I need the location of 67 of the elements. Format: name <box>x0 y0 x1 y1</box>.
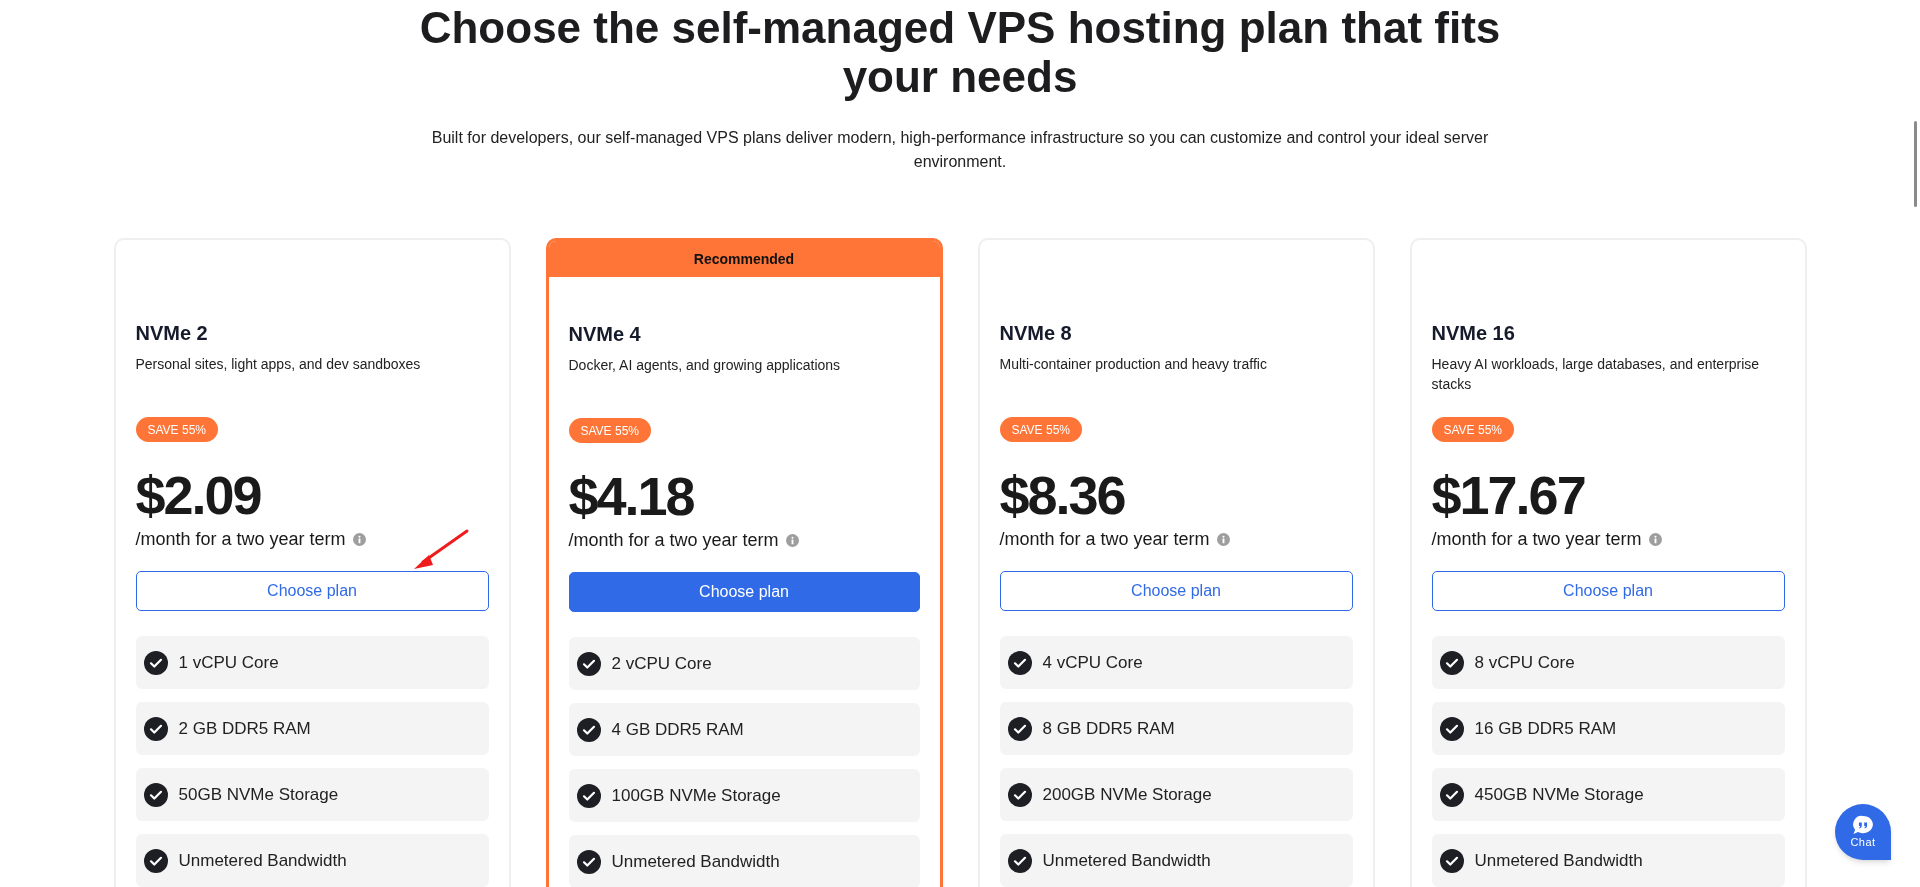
price-term: /month for a two year term <box>135 528 346 551</box>
scrollbar-thumb[interactable] <box>1914 121 1917 207</box>
plan-name: NVMe 4 <box>568 322 642 347</box>
check-icon <box>1439 716 1464 741</box>
info-icon[interactable] <box>1216 532 1230 546</box>
chat-button[interactable]: Chat <box>1835 804 1891 860</box>
feature-label: Unmetered Bandwidth <box>611 850 780 873</box>
feature-label: Unmetered Bandwidth <box>1042 849 1211 872</box>
discount-badge: SAVE 55% <box>999 417 1082 442</box>
feature-label: Unmetered Bandwidth <box>178 849 347 872</box>
choose-plan-button[interactable]: Choose plan <box>135 571 489 611</box>
annotation-arrow <box>413 529 469 571</box>
check-icon <box>576 783 601 808</box>
choose-plan-button[interactable]: Choose plan <box>1431 571 1785 611</box>
check-icon <box>143 848 168 873</box>
recommended-ribbon: Recommended <box>548 241 940 277</box>
discount-badge: SAVE 55% <box>135 417 218 442</box>
page-heading: Choose the self-managed VPS hosting plan that fits your needs <box>418 3 1502 101</box>
feature-label: 8 vCPU Core <box>1474 651 1575 674</box>
info-icon[interactable] <box>352 532 366 546</box>
plan-description: Docker, AI agents, and growing applications <box>568 356 842 375</box>
feature-label: 2 GB DDR5 RAM <box>178 717 311 740</box>
plan-price: $17.67 <box>1431 468 1585 522</box>
check-icon <box>1439 650 1464 675</box>
feature-label: Unmetered Bandwidth <box>1474 849 1643 872</box>
plan-description: Heavy AI workloads, large databases, and enterprise stacks <box>1431 355 1761 394</box>
check-icon <box>1007 716 1032 741</box>
feature-label: 450GB NVMe Storage <box>1474 783 1644 806</box>
choose-plan-button[interactable]: Choose plan <box>568 572 920 612</box>
price-term: /month for a two year term <box>999 528 1210 551</box>
plan-name: NVMe 2 <box>135 321 209 346</box>
discount-badge: SAVE 55% <box>1431 417 1514 442</box>
check-icon <box>1439 848 1464 873</box>
feature-label: 50GB NVMe Storage <box>178 783 339 806</box>
plan-description: Multi-container production and heavy traffic <box>999 355 1268 374</box>
plan-description: Personal sites, light apps, and dev sandboxes <box>135 355 422 374</box>
check-icon <box>1007 782 1032 807</box>
feature-label: 1 vCPU Core <box>178 651 279 674</box>
plan-name: NVMe 8 <box>999 321 1073 346</box>
check-icon <box>143 716 168 741</box>
feature-label: 16 GB DDR5 RAM <box>1474 717 1617 740</box>
info-icon[interactable] <box>1648 532 1662 546</box>
discount-badge: SAVE 55% <box>568 418 651 443</box>
check-icon <box>576 849 601 874</box>
plan-price: $2.09 <box>135 468 261 522</box>
price-term: /month for a two year term <box>1431 528 1642 551</box>
check-icon <box>576 717 601 742</box>
check-icon <box>1007 848 1032 873</box>
plan-name: NVMe 16 <box>1431 321 1516 346</box>
check-icon <box>143 650 168 675</box>
page-subtitle: Built for developers, our self-managed VPS plans deliver modern, high-performance infrastructure so you can customize and control your ideal server environment. <box>430 128 1490 172</box>
check-icon <box>143 782 168 807</box>
choose-plan-button[interactable]: Choose plan <box>999 571 1353 611</box>
feature-label: 4 vCPU Core <box>1042 651 1143 674</box>
feature-label: 200GB NVMe Storage <box>1042 783 1212 806</box>
feature-label: 2 vCPU Core <box>611 652 712 675</box>
check-icon <box>1007 650 1032 675</box>
feature-label: 4 GB DDR5 RAM <box>611 718 744 741</box>
plan-price: $4.18 <box>568 469 694 523</box>
check-icon <box>576 651 601 676</box>
feature-label: 8 GB DDR5 RAM <box>1042 717 1175 740</box>
chat-bubble-icon <box>1852 815 1874 835</box>
feature-label: 100GB NVMe Storage <box>611 784 781 807</box>
plan-price: $8.36 <box>999 468 1125 522</box>
price-term: /month for a two year term <box>568 529 779 552</box>
check-icon <box>1439 782 1464 807</box>
info-icon[interactable] <box>785 533 799 547</box>
